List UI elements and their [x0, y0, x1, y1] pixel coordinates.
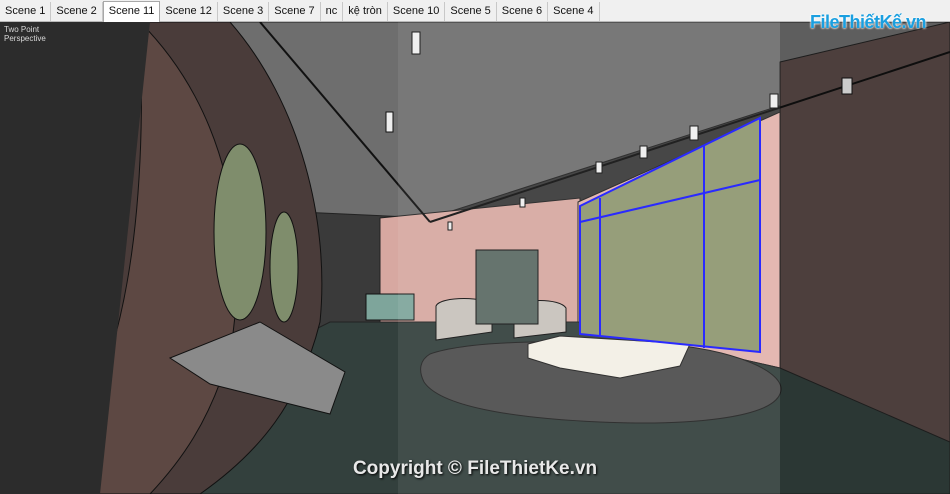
camera-mode-label: Two Point Perspective: [4, 25, 64, 43]
scene-tab[interactable]: nc: [320, 2, 344, 21]
scene-tab[interactable]: kệ tròn: [343, 2, 388, 21]
scene-tabs: Scene 1 Scene 2 Scene 11 Scene 12 Scene 3 Sce…: [0, 0, 600, 22]
viewport-shade-right: [780, 22, 950, 494]
site-logo: FileThiếtKế.vn: [806, 10, 930, 40]
scene-tab[interactable]: Scene 2: [51, 2, 103, 21]
camera-label-line1: Two Point: [4, 25, 40, 34]
round-mirror[interactable]: [213, 143, 267, 321]
sketchup-window: Scene 1 Scene 2 Scene 11 Scene 12 Scene 3 Sce…: [0, 0, 950, 494]
copyright-watermark: Copyright © FileThietKe.vn: [352, 458, 598, 479]
camera-label-line2: Perspective: [4, 34, 46, 43]
scene-tab[interactable]: Scene 12: [160, 2, 218, 21]
scene-tab[interactable]: Scene 1: [0, 2, 52, 21]
scene-tab[interactable]: Scene 4: [548, 2, 600, 21]
scene-render: [0, 22, 950, 494]
viewport-shade: [398, 22, 780, 494]
scene-tab[interactable]: Scene 11: [102, 1, 161, 22]
scene-tab[interactable]: Scene 10: [387, 2, 446, 21]
scene-tab[interactable]: Scene 6: [496, 2, 549, 21]
round-mirror[interactable]: [269, 211, 299, 323]
scene-tab[interactable]: Scene 5: [445, 2, 497, 21]
3d-viewport[interactable]: Two Point Perspective Copyright © FileTh…: [0, 22, 950, 494]
logo-text: FileThiếtKế.vn: [810, 12, 927, 32]
scene-tab[interactable]: Scene 3: [217, 2, 270, 21]
scene-tab[interactable]: Scene 7: [269, 2, 321, 21]
